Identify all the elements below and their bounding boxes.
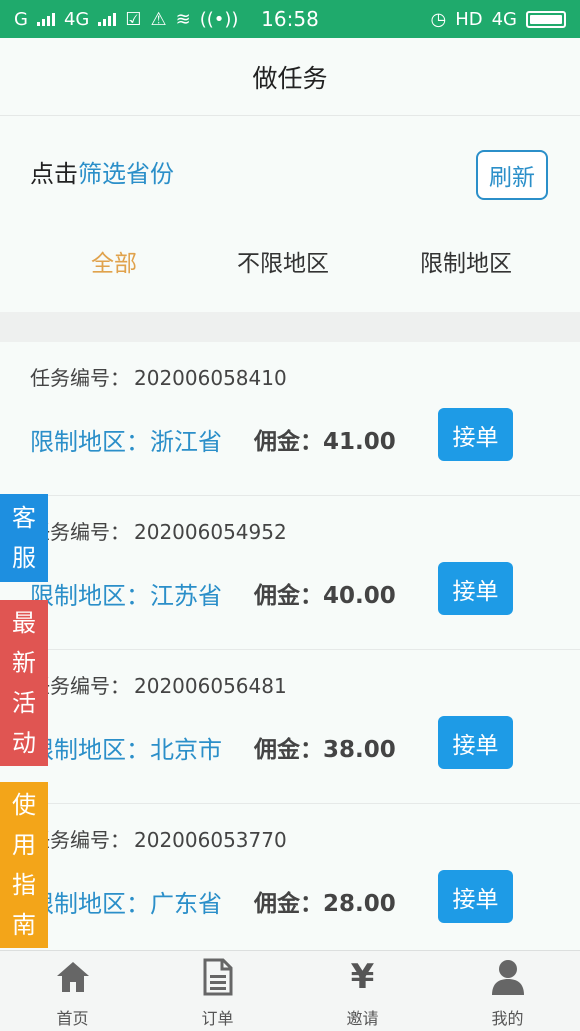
user-guide-button[interactable]: 使 用 指 南: [0, 782, 48, 948]
tab-all[interactable]: 全部: [24, 244, 204, 278]
signal-icon-2: [98, 12, 117, 26]
accept-task-button[interactable]: 接单: [438, 716, 513, 769]
tab-restricted[interactable]: 限制地区: [376, 244, 556, 278]
nav-label: 首页: [56, 1009, 89, 1028]
status-bar: G 4G ☑ ⚠ ≋ ((•)) 16:58 ◷ HD 4G: [0, 0, 580, 38]
nav-label: 邀请: [346, 1009, 379, 1028]
side-char: 南: [12, 911, 36, 939]
database-icon: ≋: [175, 8, 191, 30]
side-char: 新: [12, 649, 36, 677]
side-char: 使: [12, 791, 36, 819]
status-right: ◷ HD 4G: [430, 9, 566, 30]
side-char: 活: [12, 689, 36, 717]
task-number: 任务编号： 202006053770: [30, 824, 287, 853]
customer-service-button[interactable]: 客 服: [0, 494, 48, 582]
net-label: 4G: [491, 8, 517, 30]
status-left: G 4G ☑ ⚠ ≋ ((•)): [14, 9, 238, 30]
task-region: 限制地区：北京市: [30, 736, 222, 764]
task-number-label: 任务编号：: [30, 366, 130, 390]
carrier-label-1: G: [14, 8, 28, 30]
side-char: 服: [12, 544, 36, 572]
side-char: 动: [12, 729, 36, 757]
accept-task-button[interactable]: 接单: [438, 870, 513, 923]
page-title: 做任务: [0, 38, 580, 116]
task-number-value: 202006058410: [134, 366, 287, 390]
filter-section: 点击筛选省份 刷新 全部 不限地区 限制地区: [0, 116, 580, 312]
task-number: 任务编号： 202006054952: [30, 516, 287, 545]
task-card: 任务编号： 202006054952 限制地区：江苏省 佣金：40.00 接单: [0, 496, 580, 650]
side-char: 客: [12, 504, 36, 532]
nav-label: 订单: [201, 1009, 234, 1028]
task-card: 任务编号： 202006053770 限制地区：广东省 佣金：28.00 接单: [0, 804, 580, 958]
side-char: 指: [12, 871, 36, 899]
checkbox-icon: ☑: [125, 8, 142, 30]
task-number-value: 202006053770: [134, 828, 287, 852]
task-list: 任务编号： 202006058410 限制地区：浙江省 佣金：41.00 接单 任…: [0, 342, 580, 958]
alarm-icon: ◷: [430, 8, 447, 30]
bottom-nav: 首页 订单 ¥ 邀请 我的: [0, 950, 580, 1031]
task-number: 任务编号： 202006056481: [30, 670, 287, 699]
task-number-value: 202006054952: [134, 520, 287, 544]
task-commission: 佣金：40.00: [254, 583, 396, 609]
side-char: 最: [12, 609, 36, 637]
task-number-value: 202006056481: [134, 674, 287, 698]
task-region: 限制地区：浙江省: [30, 428, 222, 456]
task-region: 限制地区：广东省: [30, 890, 222, 918]
carrier-label-2: 4G: [63, 8, 90, 30]
section-divider: [0, 312, 580, 342]
province-filter-link[interactable]: 筛选省份: [78, 160, 174, 188]
accept-task-button[interactable]: 接单: [438, 408, 513, 461]
task-number: 任务编号： 202006058410: [30, 362, 287, 391]
province-prefix: 点击: [30, 160, 78, 188]
nav-orders[interactable]: 订单: [145, 957, 290, 1029]
province-filter[interactable]: 点击筛选省份: [30, 154, 174, 189]
task-card: 任务编号： 202006056481 限制地区：北京市 佣金：38.00 接单: [0, 650, 580, 804]
latest-activity-button[interactable]: 最 新 活 动: [0, 600, 48, 766]
signal-icon: [36, 12, 55, 26]
nav-invite[interactable]: ¥ 邀请: [290, 957, 435, 1029]
document-icon: [198, 957, 238, 997]
region-tabs: 全部 不限地区 限制地区: [0, 244, 580, 284]
yen-glyph: ¥: [350, 957, 375, 997]
nav-home[interactable]: 首页: [0, 957, 145, 1029]
user-icon: [488, 957, 528, 997]
task-commission: 佣金：38.00: [254, 737, 396, 763]
task-region: 限制地区：江苏省: [30, 582, 222, 610]
side-char: 用: [12, 831, 36, 859]
battery-icon: [526, 10, 566, 28]
refresh-button[interactable]: 刷新: [476, 150, 548, 200]
nav-label: 我的: [491, 1009, 524, 1028]
nav-profile[interactable]: 我的: [435, 957, 580, 1029]
hd-label: HD: [455, 8, 483, 30]
warning-icon: ⚠: [150, 8, 167, 30]
accept-task-button[interactable]: 接单: [438, 562, 513, 615]
yen-icon: ¥: [343, 957, 383, 997]
task-commission: 佣金：28.00: [254, 891, 396, 917]
tab-unrestricted[interactable]: 不限地区: [193, 244, 373, 278]
task-card: 任务编号： 202006058410 限制地区：浙江省 佣金：41.00 接单: [0, 342, 580, 496]
task-commission: 佣金：41.00: [254, 429, 396, 455]
home-icon: [53, 957, 93, 997]
hotspot-icon: ((•)): [199, 8, 239, 30]
